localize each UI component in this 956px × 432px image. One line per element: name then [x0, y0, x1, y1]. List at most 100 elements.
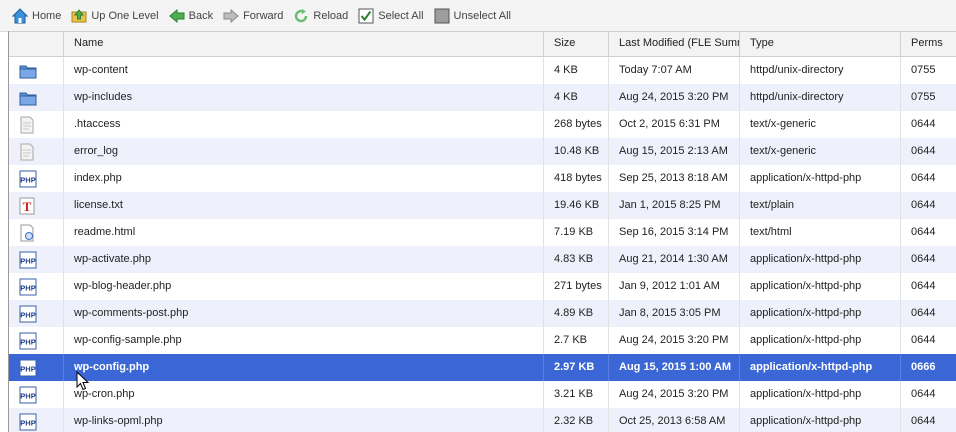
file-row[interactable]: PHP index.php 418 bytes Sep 25, 2013 8:18 A… — [9, 165, 956, 192]
file-row[interactable]: .htaccess 268 bytes Oct 2, 2015 6:31 PM tex… — [9, 111, 956, 138]
back-arrow-icon — [168, 8, 185, 23]
file-size: 4 KB — [544, 57, 609, 84]
select-all-button[interactable]: Select All — [358, 8, 424, 24]
file-row[interactable]: readme.html 7.19 KB Sep 16, 2015 3:14 PM te… — [9, 219, 956, 246]
file-type: httpd/unix-directory — [740, 84, 901, 111]
column-header-name[interactable]: Name — [64, 32, 544, 56]
file-perms: 0666 — [911, 361, 936, 373]
file-list-header: Name Size Last Modified (FLE Summ Type P… — [9, 31, 956, 57]
file-perms: 0644 — [911, 415, 936, 427]
column-header-perms[interactable]: Perms — [901, 32, 956, 56]
file-last-modified: Jan 1, 2015 8:25 PM — [609, 192, 740, 219]
file-type: text/x-generic — [740, 138, 901, 165]
file-perms: 0644 — [911, 145, 936, 157]
file-perms: 0644 — [911, 388, 936, 400]
file-last-modified: Jan 8, 2015 3:05 PM — [609, 300, 740, 327]
file-row[interactable]: PHP wp-config.php 2.97 KB Aug 15, 2015 1:00… — [9, 354, 956, 381]
file-last-modified: Jan 9, 2012 1:01 AM — [609, 273, 740, 300]
up-folder-icon — [71, 8, 87, 22]
file-row[interactable]: PHP wp-config-sample.php 2.7 KB Aug 24, 201… — [9, 327, 956, 354]
file-type: text/plain — [740, 192, 901, 219]
svg-text:PHP: PHP — [20, 256, 35, 265]
home-icon — [12, 7, 28, 23]
column-header-type[interactable]: Type — [740, 32, 901, 56]
file-last-modified: Aug 21, 2014 1:30 AM — [609, 246, 740, 273]
file-row[interactable]: PHP wp-links-opml.php 2.32 KB Oct 25, 2013 … — [9, 408, 956, 432]
file-perms: 0644 — [911, 199, 936, 211]
file-size: 3.21 KB — [544, 381, 609, 408]
file-row[interactable]: PHP wp-cron.php 3.21 KB Aug 24, 2015 3:20 P… — [9, 381, 956, 408]
file-perms: 0755 — [911, 64, 936, 76]
php-file-icon: PHP — [9, 273, 64, 300]
column-header-size[interactable]: Size — [544, 32, 609, 56]
file-size: 2.97 KB — [544, 354, 609, 381]
svg-text:PHP: PHP — [20, 175, 35, 184]
php-file-icon: PHP — [9, 354, 64, 381]
forward-button[interactable]: Forward — [223, 8, 283, 24]
folder-icon — [9, 84, 64, 111]
file-size: 4.89 KB — [544, 300, 609, 327]
unselect-all-label: Unselect All — [453, 9, 512, 22]
file-type: application/x-httpd-php — [740, 327, 901, 354]
file-perms: 0644 — [911, 307, 936, 319]
file-name: wp-includes — [64, 84, 544, 111]
php-file-icon: PHP — [9, 246, 64, 273]
file-row[interactable]: wp-includes 4 KB Aug 24, 2015 3:20 PM httpd… — [9, 84, 956, 111]
file-name: wp-cron.php — [64, 381, 544, 408]
file-row[interactable]: Tlicense.txt 19.46 KB Jan 1, 2015 8:25 PM t… — [9, 192, 956, 219]
file-type: application/x-httpd-php — [740, 408, 901, 432]
up-one-level-button[interactable]: Up One Level — [71, 8, 159, 24]
svg-text:PHP: PHP — [20, 364, 35, 373]
file-row[interactable]: PHP wp-activate.php 4.83 KB Aug 21, 2014 1:… — [9, 246, 956, 273]
file-name: wp-blog-header.php — [64, 273, 544, 300]
home-button[interactable]: Home — [12, 7, 61, 24]
unselect-all-button[interactable]: Unselect All — [434, 8, 511, 24]
file-name: license.txt — [64, 192, 544, 219]
file-row[interactable]: wp-content 4 KB Today 7:07 AM httpd/unix-di… — [9, 57, 956, 84]
file-last-modified: Aug 24, 2015 3:20 PM — [609, 84, 740, 111]
folder-icon — [9, 57, 64, 84]
file-size: 2.7 KB — [544, 327, 609, 354]
svg-text:PHP: PHP — [20, 418, 35, 427]
file-perms: 0644 — [911, 334, 936, 346]
file-perms: 0644 — [911, 280, 936, 292]
file-last-modified: Sep 16, 2015 3:14 PM — [609, 219, 740, 246]
back-label: Back — [188, 9, 214, 22]
file-last-modified: Aug 15, 2015 1:00 AM — [609, 354, 740, 381]
file-size: 268 bytes — [544, 111, 609, 138]
file-type: text/html — [740, 219, 901, 246]
file-row[interactable]: PHP wp-comments-post.php 4.89 KB Jan 8, 201… — [9, 300, 956, 327]
file-type: application/x-httpd-php — [740, 381, 901, 408]
reload-button[interactable]: Reload — [293, 8, 348, 24]
file-row[interactable]: PHP wp-blog-header.php 271 bytes Jan 9, 201… — [9, 273, 956, 300]
file-name: wp-activate.php — [64, 246, 544, 273]
file-type: httpd/unix-directory — [740, 57, 901, 84]
svg-text:PHP: PHP — [20, 310, 35, 319]
file-last-modified: Aug 24, 2015 3:20 PM — [609, 381, 740, 408]
file-name: wp-links-opml.php — [64, 408, 544, 432]
back-button[interactable]: Back — [168, 8, 214, 24]
php-file-icon: PHP — [9, 327, 64, 354]
file-last-modified: Today 7:07 AM — [609, 57, 740, 84]
php-file-icon: PHP — [9, 381, 64, 408]
column-header-last-modified[interactable]: Last Modified (FLE Summ — [609, 32, 740, 56]
file-type: text/x-generic — [740, 111, 901, 138]
file-type: application/x-httpd-php — [740, 300, 901, 327]
file-size: 271 bytes — [544, 273, 609, 300]
file-perms: 0755 — [911, 91, 936, 103]
file-last-modified: Sep 25, 2013 8:18 AM — [609, 165, 740, 192]
file-last-modified: Oct 2, 2015 6:31 PM — [609, 111, 740, 138]
file-name: error_log — [64, 138, 544, 165]
file-list-grid: Name Size Last Modified (FLE Summ Type P… — [8, 31, 956, 432]
php-file-icon: PHP — [9, 165, 64, 192]
file-name: readme.html — [64, 219, 544, 246]
file-type: application/x-httpd-php — [740, 165, 901, 192]
file-name: index.php — [64, 165, 544, 192]
file-list-body: wp-content 4 KB Today 7:07 AM httpd/unix-di… — [9, 57, 956, 432]
file-name: wp-config-sample.php — [64, 327, 544, 354]
mouse-pointer-icon — [76, 371, 90, 391]
file-size: 418 bytes — [544, 165, 609, 192]
file-size: 2.32 KB — [544, 408, 609, 432]
file-name: wp-comments-post.php — [64, 300, 544, 327]
file-row[interactable]: error_log 10.48 KB Aug 15, 2015 2:13 AM tex… — [9, 138, 956, 165]
